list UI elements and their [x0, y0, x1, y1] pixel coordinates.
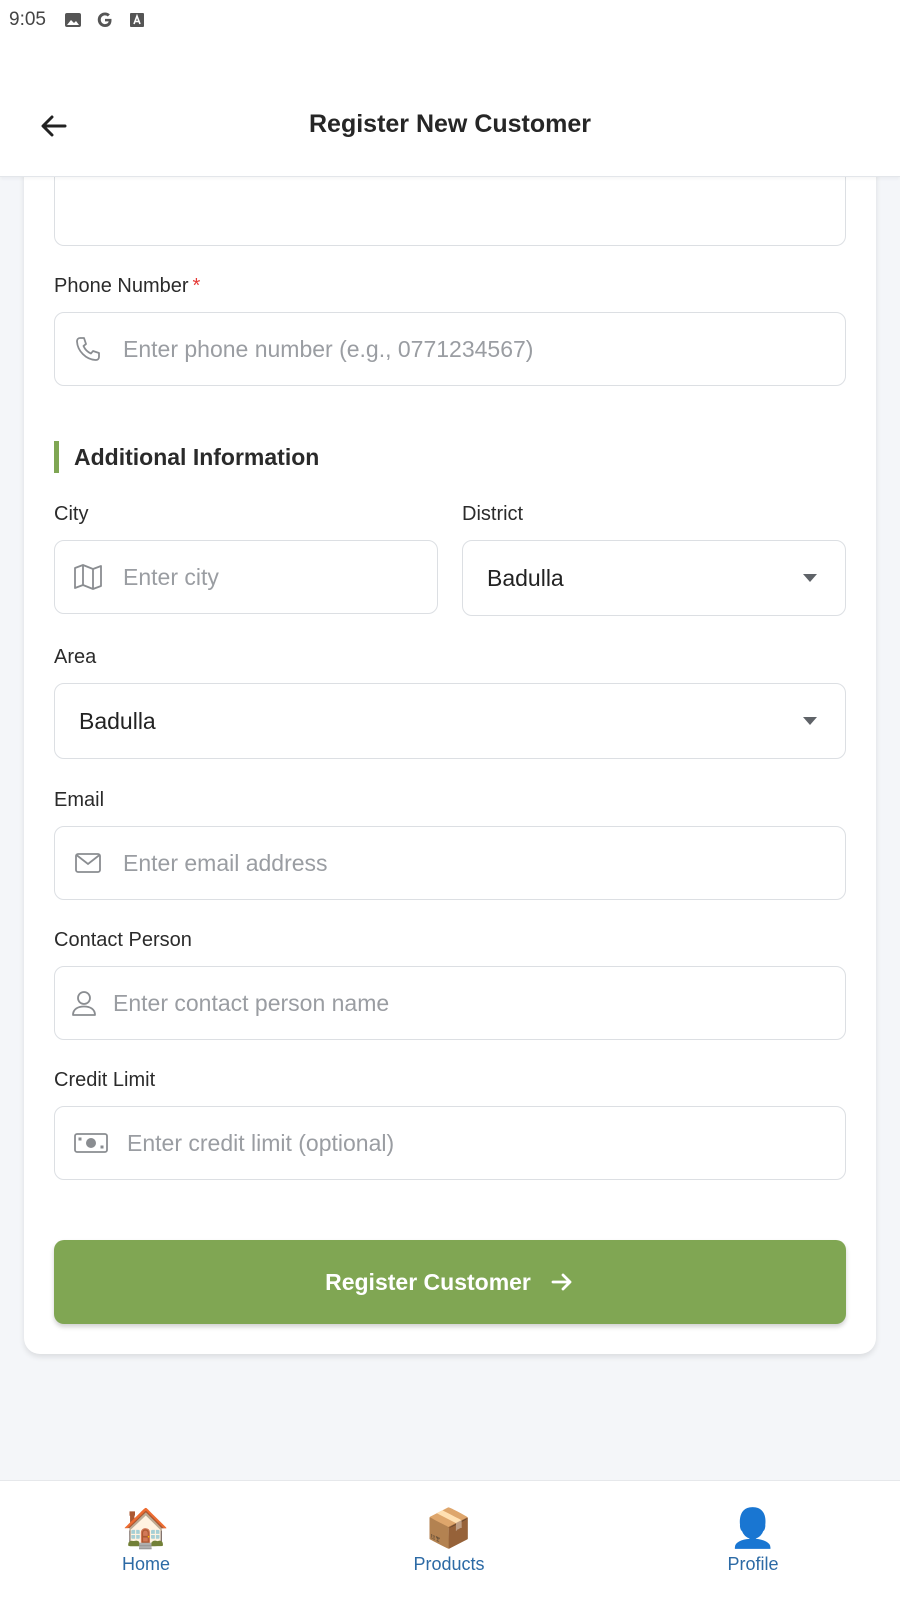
bottom-navigation: 🏠 Home 📦 Products 👤 Profile [0, 1480, 900, 1600]
nav-profile-label: Profile [727, 1554, 779, 1574]
nav-home-label: Home [121, 1554, 170, 1574]
dropdown-caret-icon [803, 574, 817, 582]
required-asterisk: * [192, 275, 201, 297]
dropdown-caret-icon [803, 717, 817, 725]
user-icon [67, 986, 101, 1020]
contact-person-input[interactable]: Enter contact person name [54, 966, 846, 1040]
status-bar: 9:05 [0, 0, 900, 40]
email-input[interactable]: Enter email address [54, 826, 846, 900]
status-time: 9:05 [9, 9, 46, 30]
credit-limit-input[interactable]: Enter credit limit (optional) [54, 1106, 846, 1180]
phone-input[interactable]: Enter phone number (e.g., 0771234567) [54, 312, 846, 386]
nav-profile[interactable]: 👤 Profile [673, 1507, 833, 1575]
map-icon [71, 560, 105, 594]
register-button-label: Register Customer [325, 1268, 531, 1295]
money-icon [71, 1126, 111, 1160]
register-customer-button[interactable]: Register Customer [54, 1240, 846, 1324]
district-label: District [462, 503, 524, 525]
app-bar: Register New Customer [0, 40, 900, 177]
home-icon: 🏠 [122, 1508, 170, 1550]
profile-icon: 👤 [729, 1508, 777, 1550]
credit-limit-placeholder: Enter credit limit (optional) [127, 1129, 395, 1156]
district-value: Badulla [487, 564, 564, 591]
nav-home[interactable]: 🏠 Home [66, 1507, 226, 1575]
status-icons [64, 11, 146, 29]
contact-person-placeholder: Enter contact person name [113, 989, 390, 1016]
city-input[interactable]: Enter city [54, 540, 438, 614]
email-placeholder: Enter email address [123, 849, 328, 876]
email-label: Email [54, 789, 105, 811]
area-value: Badulla [79, 707, 156, 734]
phone-label-text: Phone Number [54, 275, 189, 297]
package-icon: 📦 [425, 1508, 473, 1550]
city-placeholder: Enter city [123, 563, 219, 590]
city-label: City [54, 503, 89, 525]
contact-person-label: Contact Person [54, 929, 192, 951]
nav-products[interactable]: 📦 Products [369, 1507, 529, 1575]
area-select[interactable]: Badulla [54, 683, 846, 759]
section-additional-information: Additional Information [54, 441, 319, 473]
image-notification-icon [64, 11, 82, 29]
district-select[interactable]: Badulla [462, 540, 846, 616]
credit-limit-label: Credit Limit [54, 1069, 156, 1091]
page-title: Register New Customer [308, 110, 592, 138]
nav-products-label: Products [413, 1554, 485, 1574]
arrow-right-icon [551, 1273, 572, 1291]
area-label: Area [54, 646, 97, 668]
google-notification-icon [96, 11, 114, 29]
phone-icon [71, 332, 105, 366]
font-notification-icon [128, 11, 146, 29]
phone-placeholder: Enter phone number (e.g., 0771234567) [123, 335, 534, 362]
mail-icon [71, 846, 105, 880]
phone-label: Phone Number * [54, 275, 200, 298]
